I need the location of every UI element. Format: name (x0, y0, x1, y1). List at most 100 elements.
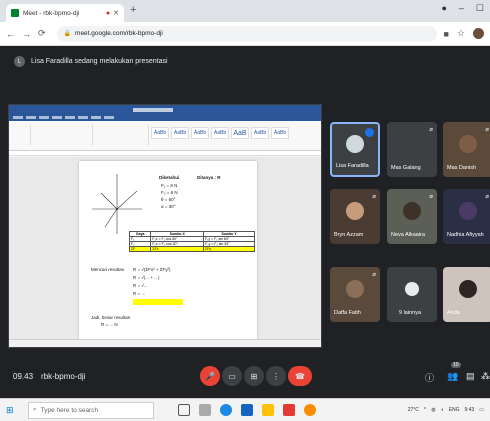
bookmark-star-icon[interactable]: ☆ (457, 28, 465, 39)
meeting-info: 09.43 rbk-bpmo-dji (13, 372, 86, 381)
word-ribbon-tabs (9, 114, 321, 121)
shared-screen: AaBb AaBb AaBb AaBb AaB AaBb AaBb Diketahui Di… (8, 104, 322, 348)
given-heading: Diketahui (159, 175, 180, 180)
mic-off-icon: ⌀ (429, 127, 433, 133)
given-line: F₁ = 8 N (161, 183, 178, 188)
speaking-indicator-icon (365, 128, 374, 137)
close-tab-icon[interactable]: ✕ (113, 9, 119, 17)
chrome-icon[interactable] (304, 404, 316, 416)
reload-icon[interactable]: ⟳ (38, 28, 46, 39)
highlighted-result (133, 299, 183, 305)
conclusion-line: R = ... N (101, 322, 118, 327)
participant-count-badge: 10 (451, 362, 461, 368)
task-view-icon[interactable] (178, 404, 190, 416)
back-arrow-icon[interactable]: ← (6, 29, 15, 39)
word-ruler (9, 151, 321, 156)
formula-line: R = √(... + ...) (133, 275, 160, 280)
network-icon[interactable]: ◍ (431, 407, 435, 413)
avatar (403, 202, 421, 220)
volume-icon[interactable]: ◖ (441, 407, 444, 413)
new-tab-button[interactable]: + (130, 4, 136, 16)
tab-title: Meet - rbk-bpmo-dji (23, 9, 80, 17)
edge-icon[interactable] (220, 404, 232, 416)
mic-off-icon: ⌀ (485, 127, 489, 133)
participant-tile[interactable]: ⌀ Nadhia Afiyyah (443, 189, 490, 244)
avatar (405, 282, 419, 296)
people-icon[interactable]: 👥 (447, 371, 458, 382)
search-placeholder: Type here to search (40, 406, 99, 414)
meet-control-bar: 09.43 rbk-bpmo-dji 🎤 ▭ ⊞ ⋮ ☎ ⓘ 10 👥 ▤ ⁂ (0, 358, 490, 398)
document-area: Diketahui Ditanya : R F₁ = 8 N F₂ = 6 N … (9, 157, 321, 341)
taskbar-apps (178, 404, 316, 416)
end-call-button[interactable]: ☎ (288, 366, 312, 386)
browser-tab[interactable]: Meet - rbk-bpmo-dji ● ✕ (6, 4, 124, 22)
participant-tile[interactable]: ⌀ Neva Alkaaira (387, 189, 437, 244)
address-bar[interactable]: 🔒 meet.google.com/rbk-bpmo-dji (56, 25, 437, 42)
notification-icon[interactable]: ▭ (479, 407, 484, 413)
avatar (346, 135, 364, 154)
more-options-button[interactable]: ⋮ (266, 366, 286, 386)
meeting-time: 09.43 (13, 372, 34, 381)
components-table: Gaya Sumbu X Sumbu Y F₁ F₁x = F₁ cos 60°… (128, 231, 255, 252)
window-controls: ● – ☐ (441, 3, 484, 14)
mic-toggle-button[interactable]: 🎤 (200, 366, 220, 386)
camera-indicator-icon[interactable]: ■ (443, 29, 448, 39)
widgets-icon[interactable] (199, 404, 211, 416)
participant-tile[interactable]: ⌀ Daffa Fatih (330, 267, 380, 322)
info-icon[interactable]: ⓘ (425, 371, 434, 384)
maximize-icon[interactable]: ☐ (476, 3, 484, 14)
formula-line: R = √... (133, 283, 148, 288)
participant-tile[interactable]: Lisa Faradilla (330, 122, 380, 177)
more-participants-tile[interactable]: 9 lainnya (387, 267, 437, 322)
temperature: 27°C (407, 407, 419, 413)
recording-dot-icon: ● (105, 9, 111, 17)
table-row: ΣF ΣFx ΣFy (128, 246, 255, 252)
avatar (346, 202, 364, 220)
avatar (459, 280, 477, 298)
profile-avatar[interactable] (473, 28, 484, 39)
meeting-code: rbk-bpmo-dji (41, 372, 86, 381)
tray-chevron-icon[interactable]: ^ (424, 407, 426, 413)
asked-heading: Ditanya : R (197, 175, 221, 180)
minimize-icon[interactable]: – (459, 3, 464, 14)
mic-off-icon: ⌀ (372, 272, 376, 278)
presenter-avatar: L (14, 56, 25, 67)
camera-toggle-button[interactable]: ▭ (222, 366, 242, 386)
meet-stage: L Lisa Faradilla sedang melakukan presen… (0, 46, 490, 398)
lock-icon: 🔒 (63, 31, 72, 37)
given-line: θ = 60° (161, 197, 176, 202)
given-line: α = 30° (161, 204, 176, 209)
taskbar-search[interactable]: ⌕ Type here to search (28, 401, 154, 419)
account-icon[interactable]: ● (441, 3, 446, 14)
self-tile[interactable]: Anda (443, 267, 490, 322)
conclusion-line: Jadi, besar resultan (91, 315, 131, 320)
present-button[interactable]: ⊞ (244, 366, 264, 386)
word-title-bar (9, 105, 321, 114)
participant-tile[interactable]: ⌀ Bryn Azzam (330, 189, 380, 244)
file-explorer-icon[interactable] (262, 404, 274, 416)
app-icon[interactable] (283, 404, 295, 416)
clock[interactable]: 9:43 (465, 407, 475, 413)
activities-icon[interactable]: ⁂ (481, 371, 490, 382)
store-icon[interactable] (241, 404, 253, 416)
participant-tile[interactable]: ⌀ Mas Danish (443, 122, 490, 177)
forward-arrow-icon[interactable]: → (22, 29, 31, 39)
participant-tile[interactable]: ⌀ Mas Galang (387, 122, 437, 177)
formula-line: R = ... (133, 291, 146, 296)
mic-off-icon: ⌀ (485, 194, 489, 200)
meet-favicon-icon (11, 9, 19, 17)
url-text: meet.google.com/rbk-bpmo-dji (75, 30, 163, 37)
avatar (459, 135, 477, 153)
mic-off-icon: ⌀ (429, 194, 433, 200)
document-page: Diketahui Ditanya : R F₁ = 8 N F₂ = 6 N … (79, 161, 257, 341)
formula-label: Mencari resultan (91, 267, 125, 272)
avatar (459, 202, 477, 220)
start-button[interactable]: ⊞ (6, 405, 24, 416)
system-tray: 27°C ^ ◍ ◖ ENG 9:43 ▭ (408, 407, 484, 413)
chat-icon[interactable]: ▤ (466, 371, 475, 382)
avatar (346, 280, 364, 298)
given-line: F₂ = 6 N (161, 190, 178, 195)
mic-off-icon: ⌀ (372, 194, 376, 200)
language-indicator[interactable]: ENG (449, 407, 460, 413)
vector-diagram (92, 174, 142, 234)
